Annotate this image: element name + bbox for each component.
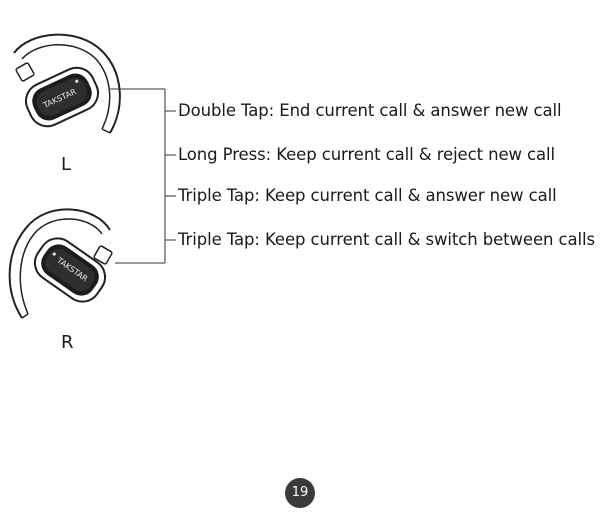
instruction-triple-tap-answer: Triple Tap: Keep current call & answer n…	[178, 186, 557, 205]
page-number-badge: 19	[285, 478, 315, 508]
instruction-triple-tap-switch: Triple Tap: Keep current call & switch b…	[178, 230, 595, 249]
instruction-double-tap: Double Tap: End current call & answer ne…	[178, 101, 562, 120]
instruction-bracket	[110, 88, 176, 264]
instruction-long-press: Long Press: Keep current call & reject n…	[178, 145, 555, 164]
